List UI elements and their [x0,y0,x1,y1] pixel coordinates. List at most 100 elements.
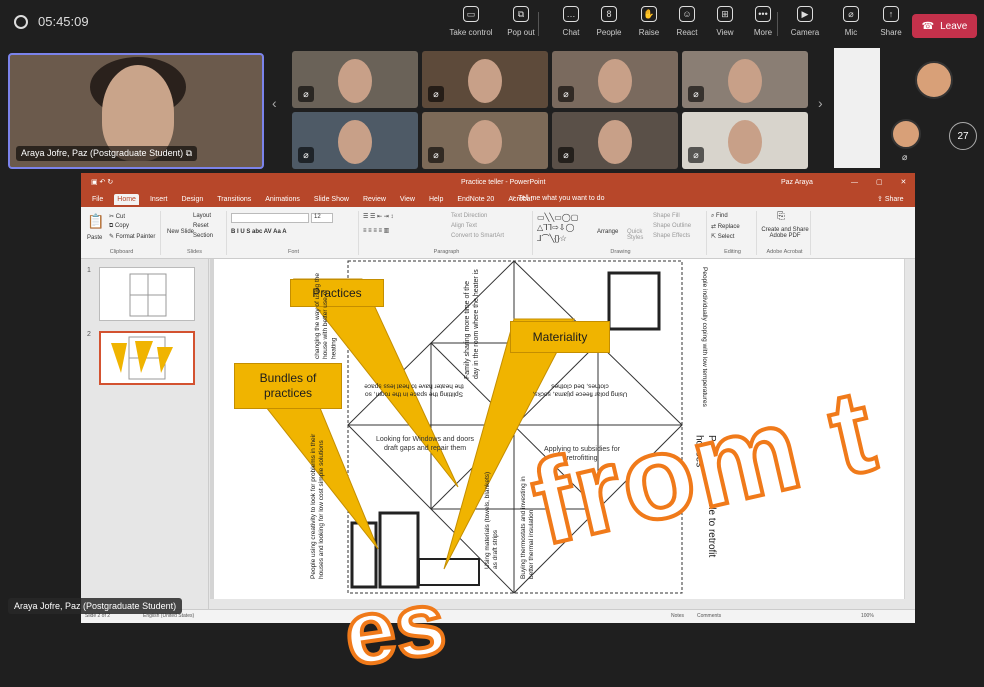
tab-review[interactable]: Review [360,194,389,205]
timer-text: 05:45:09 [38,14,89,29]
format-painter-button[interactable]: ✎ Format Painter [109,233,155,240]
slide-thumbnail-2[interactable] [99,331,195,385]
bullet-buttons[interactable]: ☰ ☰ ⇤ ⇥ ↕ [363,213,393,220]
font-name-input[interactable] [231,213,309,223]
drawing-group: ▭╲╲▭◯▢ △⅂⅂⇨⇩◯ ⅃⌒╲{}☆ Arrange Quick Style… [535,211,707,255]
mic-off-icon: ⌀ [558,147,574,163]
notes-button[interactable]: Notes [671,613,684,619]
shape-effects-button[interactable]: Shape Effects [653,233,690,239]
tab-slide-show[interactable]: Slide Show [311,194,352,205]
pdf-icon: ⎘ [777,211,785,222]
shape-outline-button[interactable]: Shape Outline [653,223,691,229]
tab-help[interactable]: Help [426,194,446,205]
tab-insert[interactable]: Insert [147,194,171,205]
find-button[interactable]: ⌕ Find [711,213,728,220]
overlay-caption-2: es [336,571,453,687]
ppt-titlebar: ▣ ↶ ↻ Practice teller - PowerPoint Paz A… [81,173,915,191]
participant-video-tile[interactable]: ⌀ [682,112,808,169]
ribbon: 📋 Paste ✂ Cut ⧉ Copy ✎ Format Painter Cl… [81,207,915,259]
people-icon: 8 [601,6,617,22]
mic-off-icon: ⌀ [558,86,574,102]
participant-video-tile[interactable]: ⌀ [552,51,678,108]
slide-text-materials[interactable]: Using materials (towels, blankets) as dr… [484,469,506,569]
window-controls-icon[interactable]: — ▢ ✕ [851,178,914,186]
font-size-input[interactable]: 12 [311,213,333,223]
tab-file[interactable]: File [89,194,106,205]
meeting-timer: 05:45:09 [14,14,89,29]
participant-video-tile[interactable]: ⌀ [422,51,548,108]
slide-text-family[interactable]: Family sharing more time of the day in t… [464,269,482,379]
participant-video-tile[interactable]: ⌀ [292,112,418,169]
align-text-button[interactable]: Align Text [451,223,477,229]
tab-home[interactable]: Home [114,193,139,205]
shapes-gallery[interactable]: ▭╲╲▭◯▢ [537,213,578,222]
shapes-gallery-row3[interactable]: ⅃⌒╲{}☆ [537,233,567,244]
section-button[interactable]: Section [193,233,213,239]
thumbnail-art [111,336,173,380]
avatar[interactable] [891,119,921,149]
user-name: Paz Araya [781,178,813,186]
slide-text-creativity[interactable]: People using creativity to look for prob… [310,429,338,579]
slide-thumbnails: 1 2 [81,259,209,609]
presenter-name-tag: Araya Jofre, Paz (Postgraduate Student) [8,598,183,614]
shape-fill-button[interactable]: Shape Fill [653,213,680,219]
mic-off-icon: ⌀ [688,86,704,102]
replace-button[interactable]: ⇄ Replace [711,223,740,230]
layout-button[interactable]: Layout [193,213,211,219]
font-format-buttons[interactable]: B I U S abc AV Aa A [231,229,287,235]
participant-video-tile[interactable]: ⌀ [422,112,548,169]
participant-video-tile[interactable]: ⌀ [682,51,808,108]
tab-endnote-20[interactable]: EndNote 20 [454,194,497,205]
tab-view[interactable]: View [397,194,418,205]
smartart-button[interactable]: Convert to SmartArt [451,233,504,239]
copy-button[interactable]: ⧉ Copy [109,223,129,230]
slide-text-top-right[interactable]: People individually coping with low temp… [700,267,708,407]
select-button[interactable]: ⇱ Select [711,233,734,240]
slide-text-polar[interactable]: Using polar fleece pijama, socks, clothe… [530,381,630,397]
prev-page-icon[interactable]: ‹ [272,95,277,111]
bundles-callout[interactable]: Bundles of practices [234,363,342,409]
paste-button[interactable]: Paste [87,235,102,241]
create-pdf-button[interactable]: Create and Share Adobe PDF [761,227,809,239]
tab-design[interactable]: Design [178,194,206,205]
toolbar-label: Share [880,28,902,37]
materiality-callout[interactable]: Materiality [510,321,610,353]
participant-count-badge[interactable]: 27 [949,122,977,150]
participant-video-tile[interactable]: ⌀ [292,51,418,108]
zoom-level[interactable]: 100% [861,613,874,619]
camera-button[interactable]: ▶ Camera [780,6,830,42]
tab-transitions[interactable]: Transitions [214,194,254,205]
tell-me-search[interactable]: ♀ Tell me what you want to do [511,195,604,202]
next-page-icon[interactable]: › [818,95,823,111]
avatar[interactable] [915,61,953,99]
slide-thumbnail-1[interactable] [99,267,195,321]
share-button[interactable]: ⇪ Share [877,195,904,203]
shared-content-strip [834,48,880,168]
quick-styles-button[interactable]: Quick Styles [627,229,647,241]
editing-group: ⌕ Find ⇄ Replace ⇱ Select Editing [709,211,757,255]
slide-text-looking[interactable]: Looking for Windows and doors draft gaps… [374,435,476,453]
align-buttons[interactable]: ≡ ≡ ≡ ≡ ▥ [363,227,389,234]
clipboard-group: 📋 Paste ✂ Cut ⧉ Copy ✎ Format Painter Cl… [83,211,161,255]
self-video-tile[interactable]: Araya Jofre, Paz (Postgraduate Student) … [8,53,264,169]
save-icon[interactable]: ▣ ↶ ↻ [91,178,113,186]
toolbar-label: React [676,28,698,37]
shapes-gallery-row2[interactable]: △⅂⅂⇨⇩◯ [537,223,574,232]
comments-button[interactable]: Comments [697,613,721,619]
participant-face [338,120,372,164]
share-button[interactable]: ↑ Share [866,6,916,42]
paste-icon[interactable]: 📋 [87,213,104,230]
participant-video-tile[interactable]: ⌀ [552,112,678,169]
arrange-button[interactable]: Arrange [597,229,618,235]
cut-button[interactable]: ✂ Cut [109,213,125,220]
reset-button[interactable]: Reset [193,223,209,229]
slide-text-splitting[interactable]: Splitting the space in the room, so the … [364,381,464,397]
acrobat-group: ⎘ Create and Share Adobe PDF Adobe Acrob… [759,211,811,255]
self-name-tag: Araya Jofre, Paz (Postgraduate Student) … [16,146,198,161]
leave-button[interactable]: ☎ Leave [912,14,977,38]
tab-animations[interactable]: Animations [262,194,303,205]
new-slide-button[interactable]: New Slide [167,229,194,235]
text-direction-button[interactable]: Text Direction [451,213,487,219]
take-control-button[interactable]: ▭ Take control [446,6,496,42]
slide-text-left-top[interactable]: changing the way of using the house with… [314,269,338,359]
